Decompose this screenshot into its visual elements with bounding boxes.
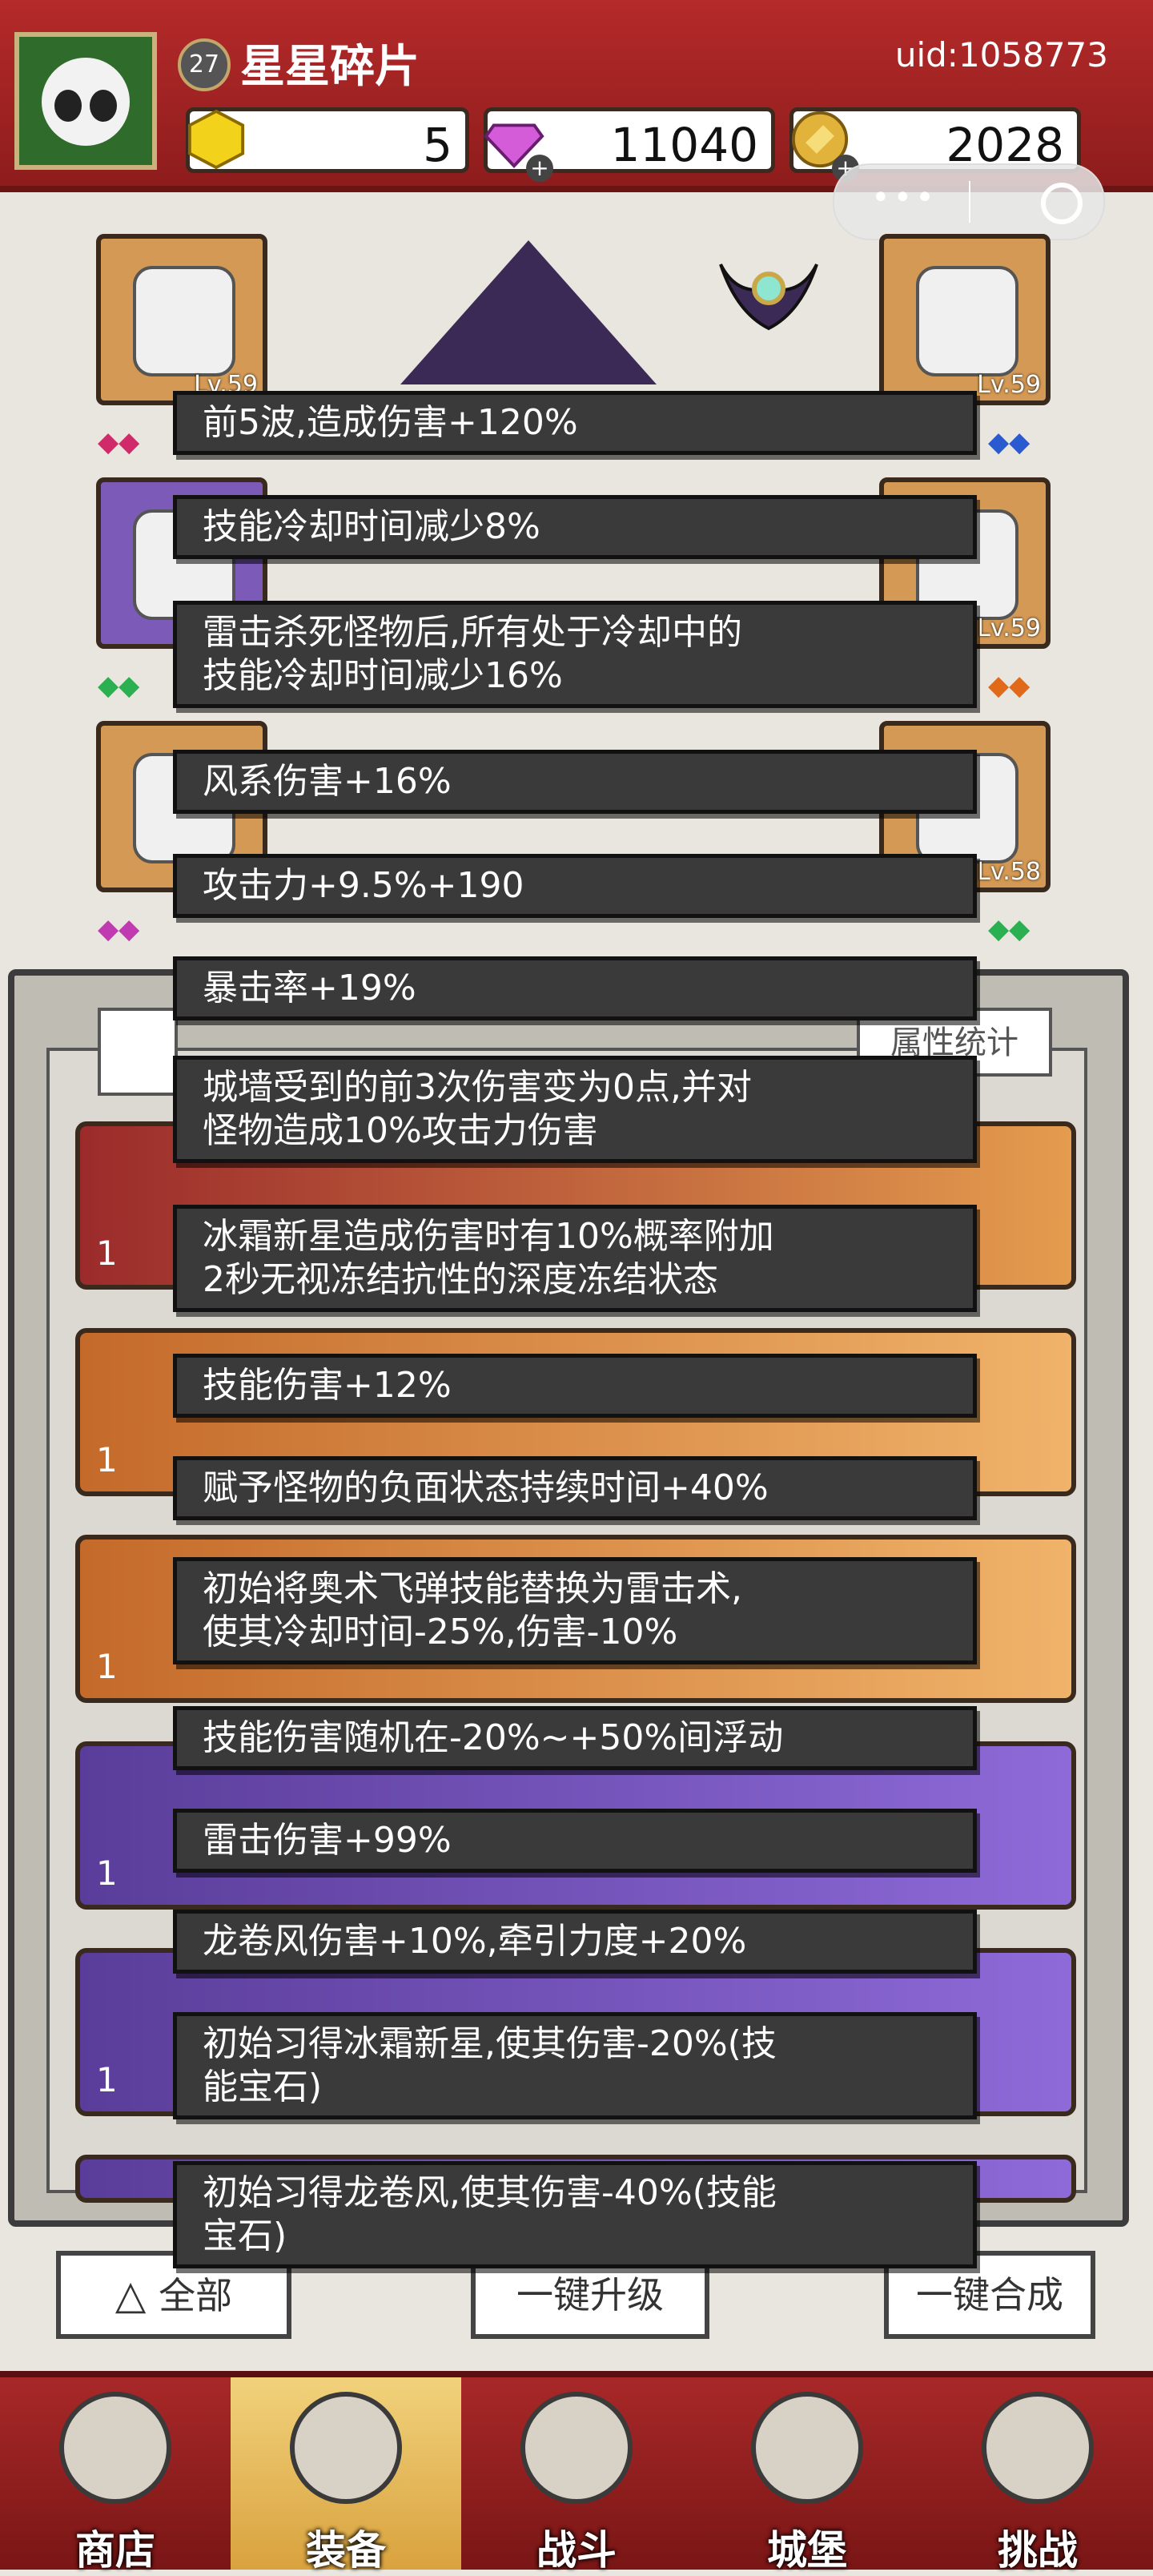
staff-icon [719,264,818,331]
tooltip-line: 前5波,造成伤害+120% [173,391,977,455]
backpack-icon [290,2392,402,2504]
socket-gems-icon: ◆◆ [988,426,1030,458]
tooltip-line: 初始习得龙卷风,使其伤害-40%(技能 宝石) [173,2161,977,2268]
nav-label: 城堡 [767,2527,847,2574]
tooltip-line: 龙卷风伤害+10%,牵引力度+20% [173,1910,977,1974]
slot-level: Lv.58 [977,858,1041,886]
tooltip-line: 暴击率+19% [173,956,977,1020]
socket-gems-icon: ◆◆ [98,670,140,702]
up-arrow-icon: △ [114,2272,159,2318]
item-count: 1 [96,1440,118,1479]
nav-label: 商店 [75,2527,155,2574]
item-count: 1 [96,2060,118,2099]
tooltip-line: 雷击杀死怪物后,所有处于冷却中的 技能冷却时间减少16% [173,601,977,708]
diamond-counter: + 11040 [484,107,775,182]
add-diamond-button[interactable]: + [526,155,553,182]
player-level-badge: 27 [178,38,231,91]
shop-icon [59,2392,171,2504]
socket-gems-icon: ◆◆ [988,913,1030,945]
tooltip-line: 技能伤害随机在-20%~+50%间浮动 [173,1706,977,1770]
socket-gems-icon: ◆◆ [98,913,140,945]
socket-gems-icon: ◆◆ [98,426,140,458]
nav-label: 装备 [306,2527,386,2574]
nav-shop[interactable]: 商店 [0,2377,231,2574]
nav-challenge[interactable]: 挑战 [922,2377,1153,2574]
item-count: 1 [96,1854,118,1893]
panda-face-icon [42,58,130,146]
nav-castle[interactable]: 城堡 [692,2377,922,2574]
tooltip-line: 冰霜新星造成伤害时有10%概率附加 2秒无视冻结抗性的深度冻结状态 [173,1205,977,1312]
diamond-value: 11040 [610,118,758,172]
tooltip-line: 初始习得冰霜新星,使其伤害-20%(技 能宝石) [173,2012,977,2119]
tooltip-line: 风系伤害+16% [173,750,977,814]
witch-hat-icon [400,240,657,384]
socket-gems-icon: ◆◆ [988,670,1030,702]
gold-gem-counter: 5 [186,107,469,173]
slot-level: Lv.59 [977,614,1041,642]
slot-level: Lv.59 [977,371,1041,399]
bottom-navigation: 商店 装备 战斗 城堡 挑战 [0,2371,1153,2574]
nav-label: 挑战 [998,2527,1078,2574]
tooltip-line: 雷击伤害+99% [173,1809,977,1873]
armor-icon [133,266,235,376]
shield-icon [982,2392,1094,2504]
gloves-icon [916,266,1018,376]
castle-icon [751,2392,863,2504]
equipment-slot-gloves[interactable]: Lv.59 [879,234,1051,405]
item-count: 1 [96,1647,118,1686]
equipment-slot-armor[interactable]: Lv.59 [96,234,267,405]
player-name: 星星碎片 [240,41,420,93]
tooltip-line: 城墙受到的前3次伤害变为0点,并对 怪物造成10%攻击力伤害 [173,1056,977,1163]
crossed-swords-icon [520,2392,633,2504]
tooltip-line: 赋予怪物的负面状态持续时间+40% [173,1456,977,1520]
nav-battle[interactable]: 战斗 [461,2377,692,2574]
player-uid: uid:1058773 [894,35,1108,74]
avatar[interactable] [14,32,157,170]
tooltip-line: 技能冷却时间减少8% [173,495,977,559]
gold-gem-value: 5 [423,118,452,172]
filter-all-label: 全部 [159,2274,233,2317]
character-equipment-area: Lv.59 Lv.59 Lv.59 Lv.58 ◆◆ ◆◆ ◆◆ ◆◆ ◆◆ ◆… [0,192,1153,961]
gold-gem-icon [187,109,245,170]
tooltip-line: 初始将奥术飞弹技能替换为雷击术, 使其冷却时间-25%,伤害-10% [173,1557,977,1664]
nav-equipment[interactable]: 装备 [231,2377,461,2574]
tooltip-line: 攻击力+9.5%+190 [173,854,977,918]
tooltip-line: 技能伤害+12% [173,1354,977,1418]
equipment-type-filter-button[interactable] [98,1008,178,1096]
nav-label: 战斗 [536,2527,617,2574]
item-count: 1 [96,1234,118,1273]
